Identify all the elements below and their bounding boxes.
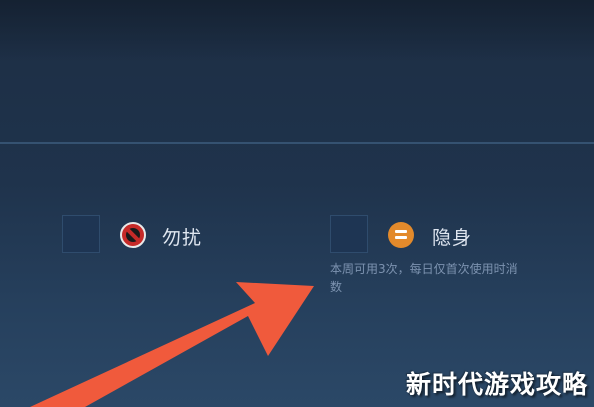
annotation-arrow xyxy=(30,282,314,407)
watermark-text: 新时代游戏攻略 xyxy=(405,370,588,399)
annotation-arrow-shape xyxy=(30,282,314,407)
